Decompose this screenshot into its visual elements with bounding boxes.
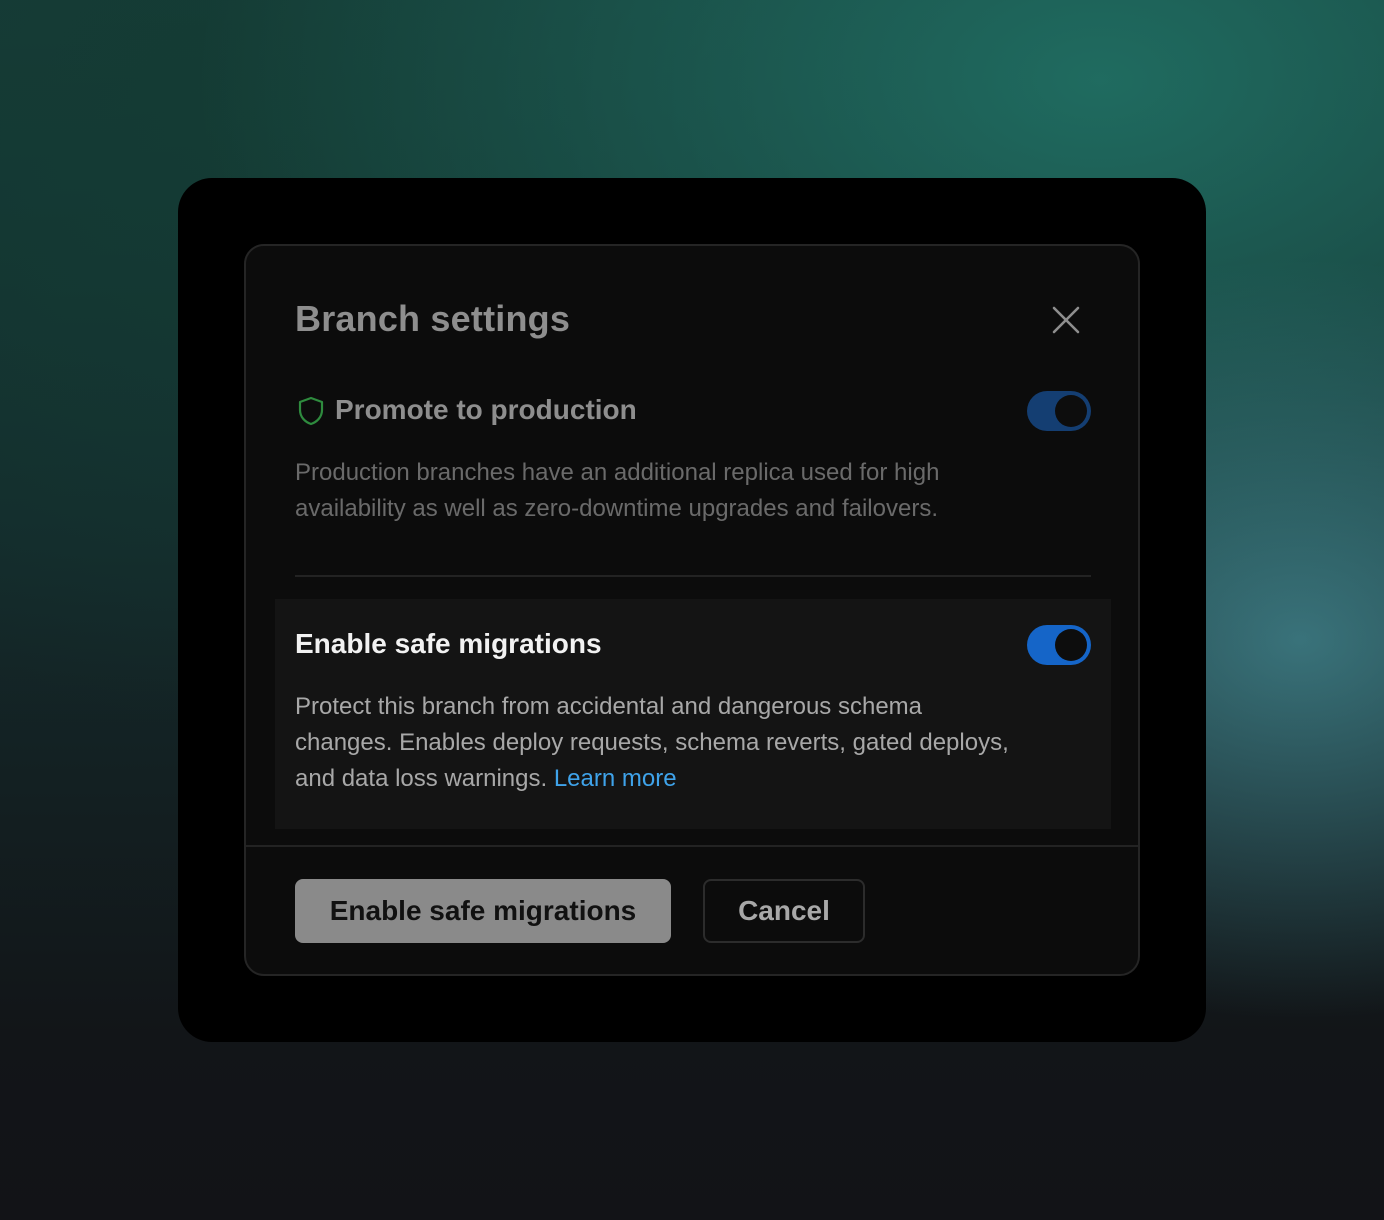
safe-migrations-toggle[interactable] <box>1027 625 1091 665</box>
promote-to-production-title: Promote to production <box>335 394 637 425</box>
branch-settings-dialog: Branch settings Promote to production Pr… <box>244 244 1140 976</box>
learn-more-link[interactable]: Learn more <box>554 765 677 792</box>
enable-safe-migrations-button[interactable]: Enable safe migrations <box>295 879 671 943</box>
close-icon <box>1052 306 1080 334</box>
promote-to-production-toggle[interactable] <box>1027 391 1091 431</box>
safe-migrations-title: Enable safe migrations <box>295 628 602 659</box>
close-button[interactable] <box>1044 298 1088 342</box>
shield-icon <box>297 396 325 426</box>
footer-divider <box>246 845 1138 847</box>
cancel-button[interactable]: Cancel <box>703 879 865 943</box>
safe-migrations-description: Protect this branch from accidental and … <box>295 689 1015 797</box>
section-divider <box>295 575 1091 577</box>
dialog-title: Branch settings <box>295 298 571 339</box>
toggle-knob <box>1055 395 1087 427</box>
toggle-knob <box>1055 629 1087 661</box>
promote-to-production-description: Production branches have an additional r… <box>295 459 940 522</box>
